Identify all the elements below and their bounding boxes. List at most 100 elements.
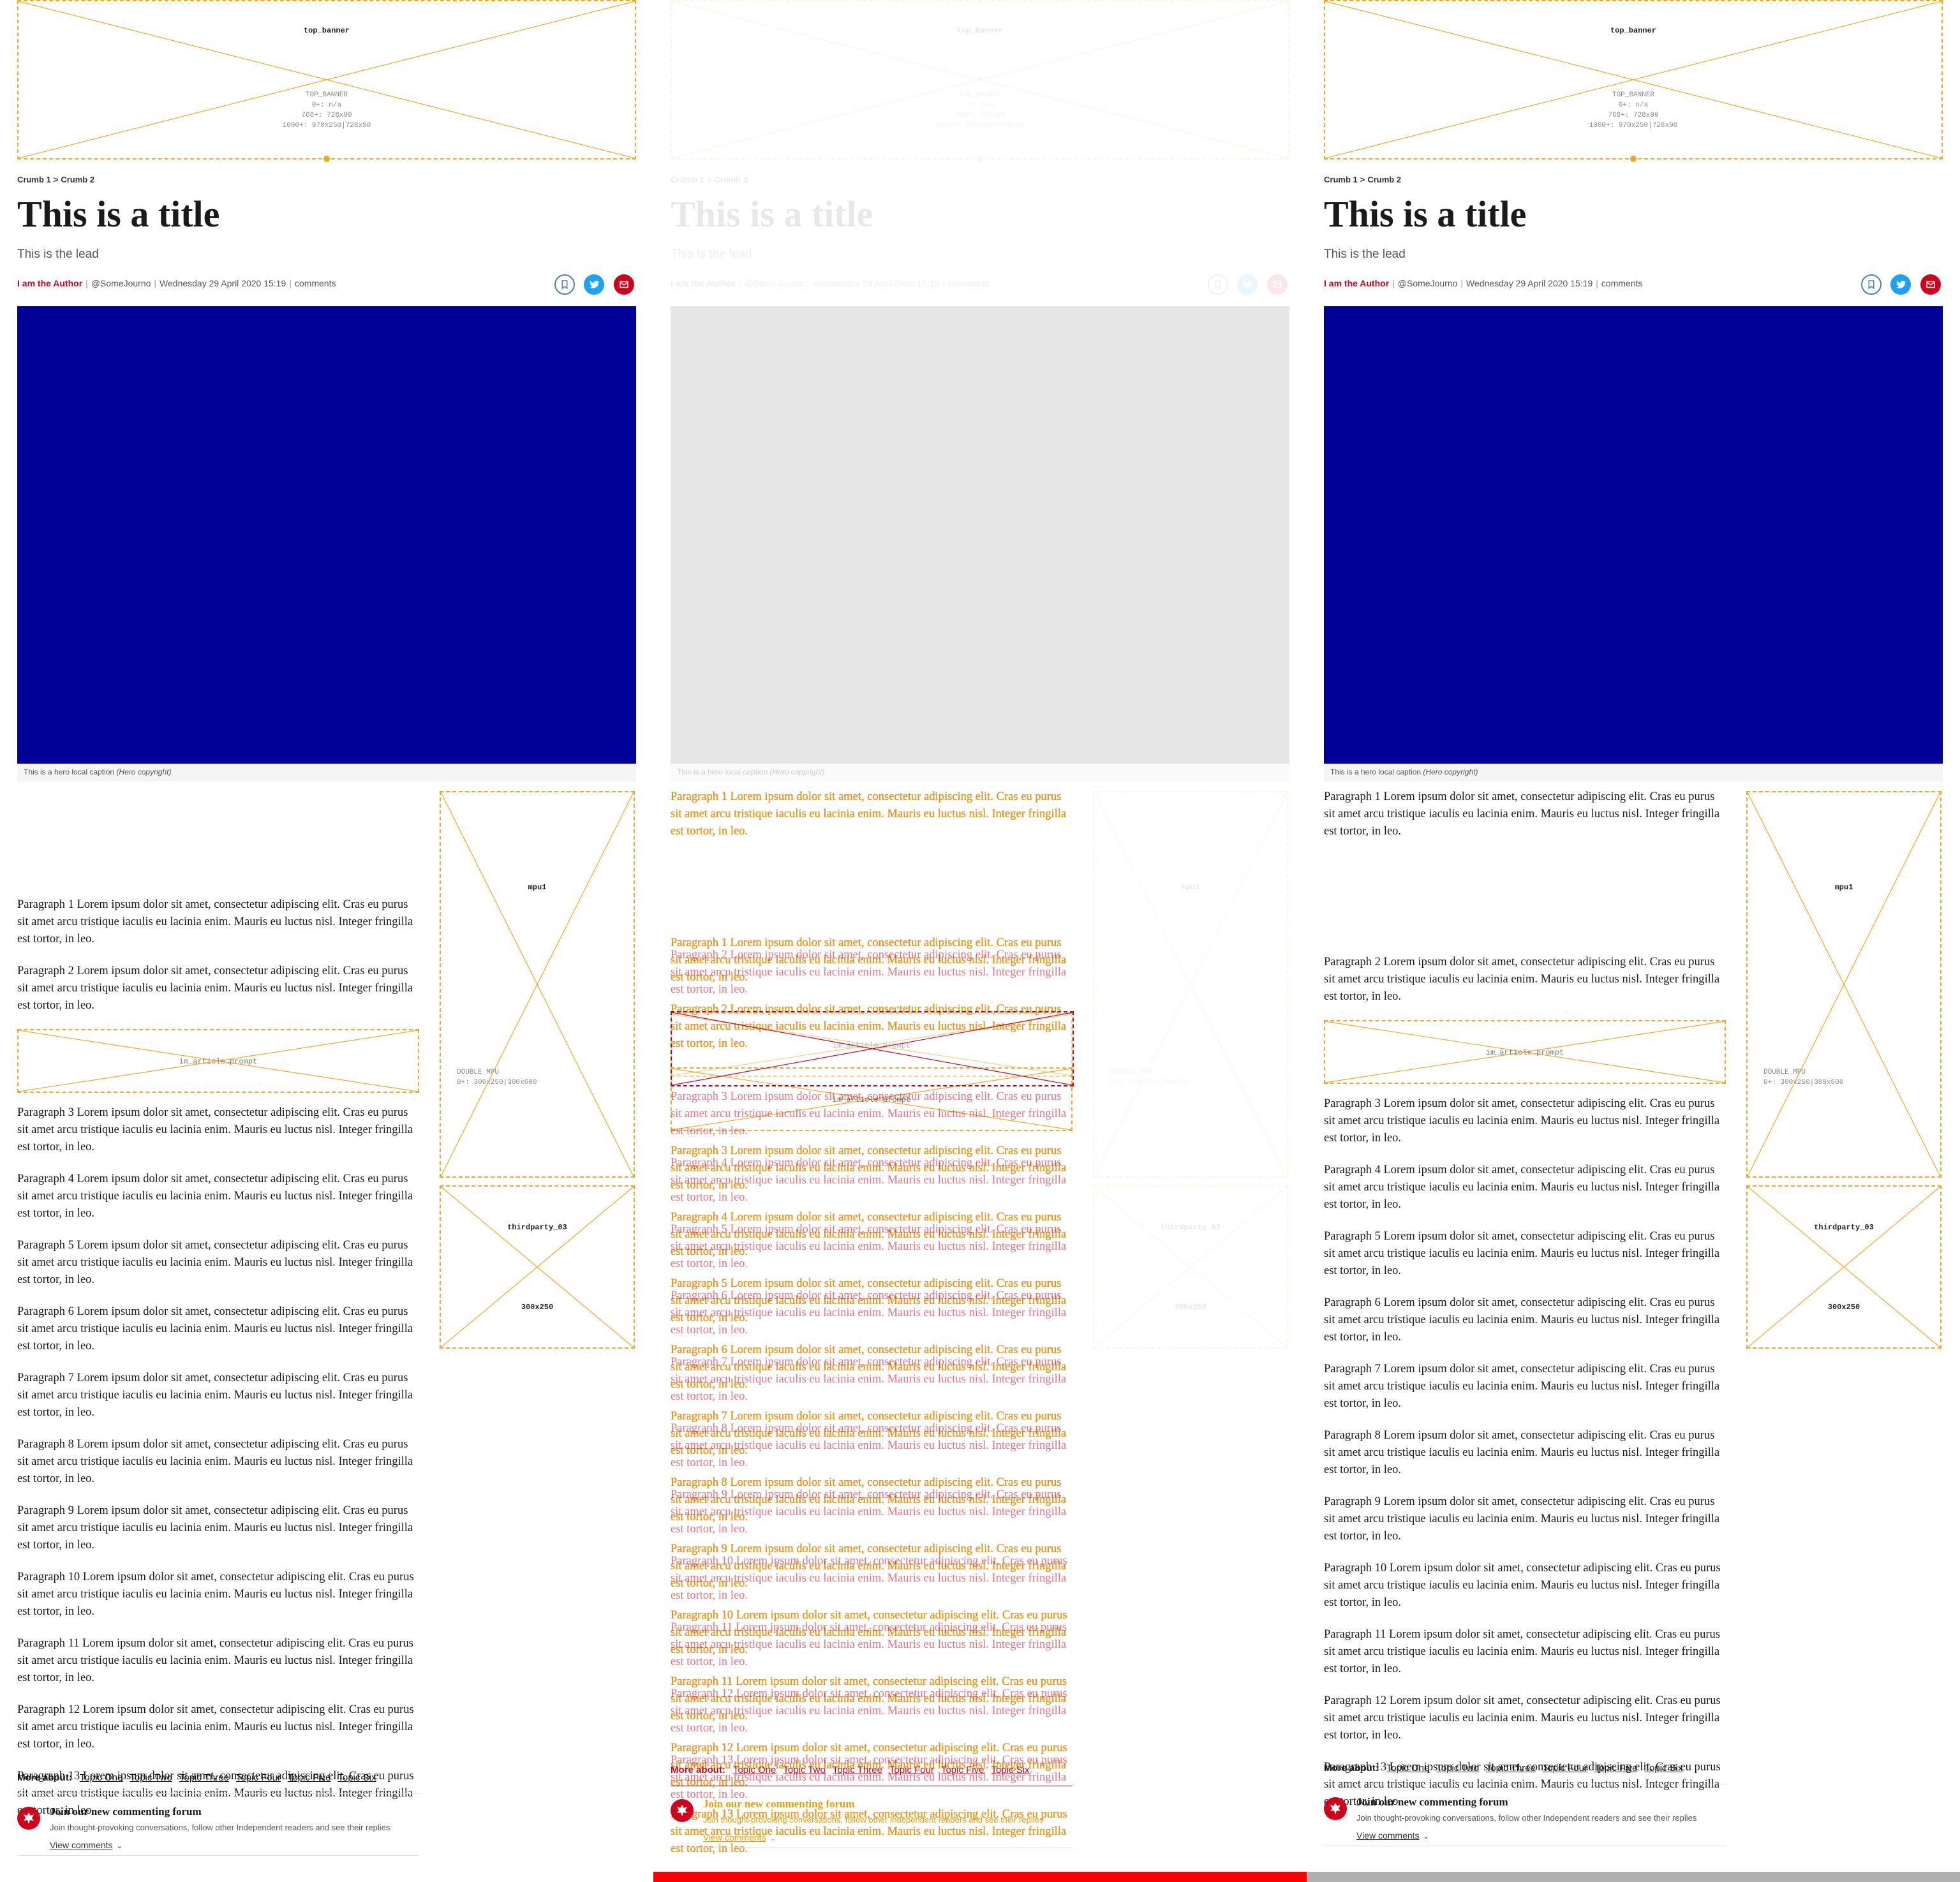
bookmark-button[interactable] bbox=[554, 274, 575, 295]
author-link[interactable]: I am the Author bbox=[1324, 278, 1389, 288]
breadcrumb: Crumb 1 > Crumb 2 bbox=[17, 175, 94, 184]
hero-caption: This is a hero local caption (Hero copyr… bbox=[17, 764, 636, 782]
topic-link[interactable]: Topic One bbox=[80, 1772, 123, 1783]
topic-link[interactable]: Topic Two bbox=[130, 1772, 172, 1783]
bookmark-icon bbox=[561, 280, 568, 290]
twitter-icon bbox=[590, 281, 600, 288]
ad-slot-label: im_article_prompt bbox=[1485, 1048, 1564, 1057]
twitter-share-button[interactable] bbox=[1237, 274, 1258, 295]
topic-link[interactable]: Topic Three bbox=[833, 1765, 882, 1775]
breadcrumb-item-1[interactable]: Crumb 1 bbox=[17, 175, 51, 184]
email-share-button[interactable] bbox=[1267, 274, 1288, 295]
mpu1-ad: mpu1 DOUBLE_MPU 0+: 300x250|300x600 bbox=[1746, 791, 1941, 1178]
topic-link[interactable]: Topic Two bbox=[1436, 1763, 1478, 1774]
topic-link[interactable]: Topic Four bbox=[236, 1772, 281, 1783]
comments-link[interactable]: comments bbox=[948, 278, 990, 288]
more-about: More about: Topic One Topic Two Topic Three… bbox=[17, 1772, 383, 1783]
article-paragraph: Paragraph 3 Lorem ipsum dolor sit amet, … bbox=[17, 1106, 413, 1153]
breadcrumb: Crumb 1 > Crumb 2 bbox=[1324, 175, 1401, 184]
screenshot-panel-expected: top_banner TOP_BANNER 0+: n/a 768+: 728x90 1… bbox=[0, 0, 653, 1882]
article-paragraph: Paragraph 4 Lorem ipsum dolor sit amet, … bbox=[1324, 1164, 1720, 1211]
article-prompt-ad: im_article_prompt bbox=[1324, 1020, 1726, 1084]
top-banner-ad: top_banner TOP_BANNER 0+: n/a 768+: 728x90 1… bbox=[671, 0, 1289, 162]
twitter-icon bbox=[1243, 281, 1253, 288]
breadcrumb-item-1[interactable]: Crumb 1 bbox=[1324, 175, 1358, 184]
breadcrumb-item-2[interactable]: Crumb 2 bbox=[61, 175, 94, 184]
author-handle[interactable]: @SomeJourno bbox=[91, 278, 151, 288]
bookmark-icon bbox=[1215, 280, 1221, 290]
ad-slot-label: mpu1 bbox=[1181, 883, 1200, 892]
article-paragraph: Paragraph 5 Lorem ipsum dolor sit amet, … bbox=[1324, 1230, 1720, 1277]
layout-gap bbox=[1324, 855, 1726, 954]
article-paragraph: Paragraph 8 Lorem ipsum dolor sit amet, … bbox=[17, 1438, 413, 1485]
forum-title: Join our new commenting forum bbox=[703, 1798, 855, 1810]
email-share-button[interactable] bbox=[614, 274, 634, 295]
breadcrumb-item-2[interactable]: Crumb 2 bbox=[714, 175, 748, 184]
view-comments-button[interactable]: View comments ⌄ bbox=[50, 1840, 122, 1850]
topic-link[interactable]: Topic One bbox=[1386, 1763, 1430, 1774]
email-share-button[interactable] bbox=[1920, 274, 1941, 295]
author-link[interactable]: I am the Author bbox=[671, 278, 736, 288]
hero-copyright: (Hero copyright) bbox=[769, 767, 825, 776]
diff-progress-bar bbox=[653, 1872, 1307, 1882]
article-lead: This is the lead bbox=[17, 248, 99, 261]
topic-link[interactable]: Topic Five bbox=[1594, 1763, 1638, 1774]
top-banner-ad: top_banner TOP_BANNER 0+: n/a 768+: 728x90 1… bbox=[1324, 0, 1943, 162]
hero-image bbox=[671, 306, 1289, 764]
article-paragraph: Paragraph 13 Lorem ipsum dolor sit amet,… bbox=[671, 1754, 1067, 1801]
comments-link[interactable]: comments bbox=[1601, 278, 1643, 288]
author-handle[interactable]: @SomeJourno bbox=[1398, 278, 1458, 288]
chevron-down-icon: ⌄ bbox=[769, 1835, 776, 1842]
hero-copyright: (Hero copyright) bbox=[116, 767, 172, 776]
forum-description: Join thought-provoking conversations, fo… bbox=[50, 1823, 390, 1832]
comments-link[interactable]: comments bbox=[295, 278, 336, 288]
ad-slot-label: thirdparty_03 bbox=[507, 1223, 567, 1232]
article-paragraph: Paragraph 9 Lorem ipsum dolor sit amet, … bbox=[17, 1504, 413, 1552]
ad-anchor-dot bbox=[1630, 156, 1637, 162]
topic-link[interactable]: Topic Two bbox=[783, 1765, 825, 1775]
breadcrumb-item-2[interactable]: Crumb 2 bbox=[1367, 175, 1401, 184]
ad-size-label: 300x250 bbox=[1174, 1303, 1207, 1312]
ad-spec-size: 0+: 300x250|300x600 bbox=[457, 1079, 537, 1086]
topic-link[interactable]: Topic One bbox=[733, 1765, 776, 1775]
topic-link[interactable]: Topic Six bbox=[1644, 1763, 1682, 1774]
topic-link[interactable]: Topic Five bbox=[941, 1765, 984, 1775]
independent-eagle-icon bbox=[1324, 1797, 1347, 1820]
breadcrumb-item-1[interactable]: Crumb 1 bbox=[671, 175, 704, 184]
byline: I am the Author | @SomeJourno | Wednesday 29… bbox=[671, 278, 990, 288]
author-handle[interactable]: @SomeJourno bbox=[745, 278, 805, 288]
topic-link[interactable]: Topic Six bbox=[991, 1765, 1029, 1775]
view-comments-button[interactable]: View comments ⌄ bbox=[1356, 1830, 1429, 1841]
ad-size-label: 300x250 bbox=[1827, 1303, 1860, 1312]
twitter-share-button[interactable] bbox=[584, 274, 604, 295]
thirdparty-ad: thirdparty_03 300x250 bbox=[440, 1185, 635, 1349]
topic-link[interactable]: Topic Five bbox=[288, 1772, 331, 1783]
forum-title: Join our new commenting forum bbox=[1356, 1796, 1508, 1808]
ad-slot-label: thirdparty_03 bbox=[1814, 1223, 1874, 1232]
article-paragraph: Paragraph 8 Lorem ipsum dolor sit amet, … bbox=[671, 1422, 1067, 1469]
article-paragraph: Paragraph 11 Lorem ipsum dolor sit amet,… bbox=[17, 1637, 413, 1684]
ad-slot-label: mpu1 bbox=[1834, 883, 1853, 892]
author-link[interactable]: I am the Author bbox=[17, 278, 82, 288]
ad-slot-label: top_banner bbox=[1610, 26, 1656, 35]
topic-link[interactable]: Topic Four bbox=[1543, 1763, 1587, 1774]
twitter-share-button[interactable] bbox=[1890, 274, 1911, 295]
breadcrumb-separator: > bbox=[53, 175, 59, 184]
topic-link[interactable]: Topic Three bbox=[1486, 1763, 1536, 1774]
ad-spec: TOP_BANNER 0+: n/a 768+: 728x90 1000+: 970x… bbox=[935, 91, 1025, 130]
article-paragraph: Paragraph 3 Lorem ipsum dolor sit amet, … bbox=[1324, 1097, 1720, 1145]
publish-date: Wednesday 29 April 2020 15:19 bbox=[1466, 278, 1593, 288]
view-comments-button[interactable]: View comments ⌄ bbox=[703, 1832, 776, 1842]
article-paragraph: Paragraph 11 Lorem ipsum dolor sit amet,… bbox=[1324, 1628, 1720, 1675]
bookmark-button[interactable] bbox=[1208, 274, 1228, 295]
ad-spec-type: DOUBLE_MPU bbox=[457, 1069, 500, 1076]
publish-date: Wednesday 29 April 2020 15:19 bbox=[160, 278, 286, 288]
topic-link[interactable]: Topic Four bbox=[889, 1765, 934, 1775]
ad-spec-type: DOUBLE_MPU bbox=[1110, 1069, 1153, 1076]
mpu1-ad: mpu1 DOUBLE_MPU 0+: 300x250|300x600 bbox=[440, 791, 635, 1178]
bookmark-button[interactable] bbox=[1861, 274, 1882, 295]
topic-link[interactable]: Topic Six bbox=[338, 1772, 376, 1783]
article-paragraph: Paragraph 2 Lorem ipsum dolor sit amet, … bbox=[671, 949, 1067, 996]
article-lead: This is the lead bbox=[671, 248, 752, 261]
topic-link[interactable]: Topic Three bbox=[179, 1772, 229, 1783]
